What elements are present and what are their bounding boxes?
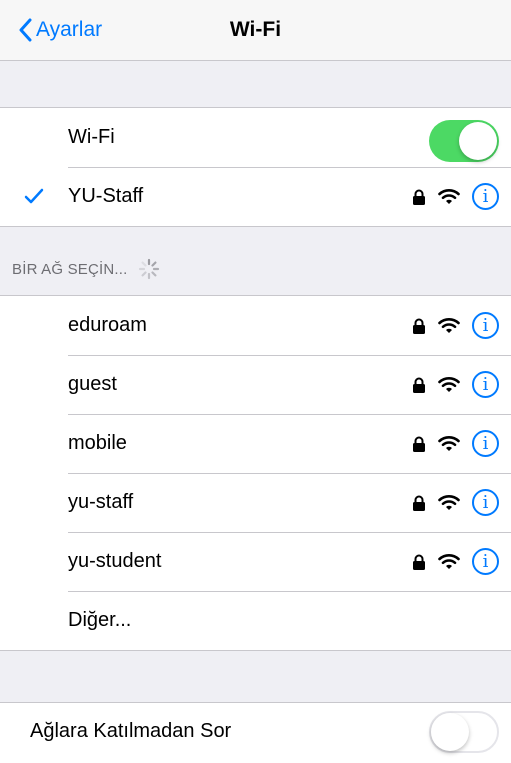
lock-icon — [413, 554, 425, 570]
connected-network-row[interactable]: YU-Staff i — [0, 167, 511, 226]
network-accessories: i — [412, 414, 499, 473]
ask-to-join-toggle[interactable] — [429, 711, 499, 753]
chevron-left-icon — [19, 18, 32, 42]
info-icon[interactable]: i — [472, 371, 499, 398]
toggle-knob — [459, 122, 497, 160]
connected-network-name: YU-Staff — [68, 185, 144, 207]
network-name: guest — [68, 373, 117, 395]
wifi-icon — [438, 554, 460, 569]
lock-icon — [413, 318, 425, 334]
network-row[interactable]: yu-student i — [0, 532, 511, 591]
wifi-toggle-label: Wi-Fi — [68, 126, 115, 148]
lock-icon — [413, 436, 425, 452]
network-row[interactable]: yu-staff i — [0, 473, 511, 532]
spinner-icon — [138, 258, 159, 280]
network-name: yu-student — [68, 550, 162, 572]
wifi-icon — [438, 189, 460, 204]
network-row[interactable]: guest i — [0, 355, 511, 414]
network-accessories: i — [412, 532, 499, 591]
network-accessories: i — [412, 296, 499, 355]
section-header: BİR AĞ SEÇİN... — [12, 258, 160, 280]
network-row[interactable]: mobile i — [0, 414, 511, 473]
other-network-row[interactable]: Diğer... — [0, 591, 511, 650]
wifi-toggle-row: Wi-Fi — [0, 108, 511, 167]
wifi-icon — [438, 495, 460, 510]
lock-icon — [413, 377, 425, 393]
lock-icon — [413, 189, 425, 205]
network-row[interactable]: eduroam i — [0, 296, 511, 355]
network-accessories: i — [412, 167, 499, 226]
info-icon[interactable]: i — [472, 312, 499, 339]
info-icon[interactable]: i — [472, 183, 499, 210]
toggle-knob — [431, 713, 469, 751]
network-accessories: i — [412, 473, 499, 532]
network-name: eduroam — [68, 314, 147, 336]
ask-to-join-row: Ağlara Katılmadan Sor — [0, 702, 511, 763]
info-icon[interactable]: i — [472, 489, 499, 516]
navigation-bar: Ayarlar Wi-Fi — [0, 0, 511, 61]
section-header-label: BİR AĞ SEÇİN... — [12, 260, 128, 278]
network-name: mobile — [68, 432, 127, 454]
network-name: yu-staff — [68, 491, 134, 513]
info-icon[interactable]: i — [472, 548, 499, 575]
wifi-icon — [438, 377, 460, 392]
info-icon[interactable]: i — [472, 430, 499, 457]
back-button[interactable]: Ayarlar — [18, 14, 102, 46]
wifi-icon — [438, 436, 460, 451]
lock-icon — [413, 495, 425, 511]
checkmark-icon — [24, 188, 44, 204]
networks-group: eduroam i guest i mobile i yu-staff i yu-student… — [0, 295, 511, 651]
ask-to-join-label: Ağlara Katılmadan Sor — [30, 720, 232, 742]
back-label: Ayarlar — [36, 18, 103, 41]
network-accessories: i — [412, 355, 499, 414]
wifi-toggle[interactable] — [429, 120, 499, 162]
wifi-icon — [438, 318, 460, 333]
wifi-group: Wi-Fi YU-Staff i — [0, 107, 511, 227]
other-network-label: Diğer... — [68, 609, 132, 631]
